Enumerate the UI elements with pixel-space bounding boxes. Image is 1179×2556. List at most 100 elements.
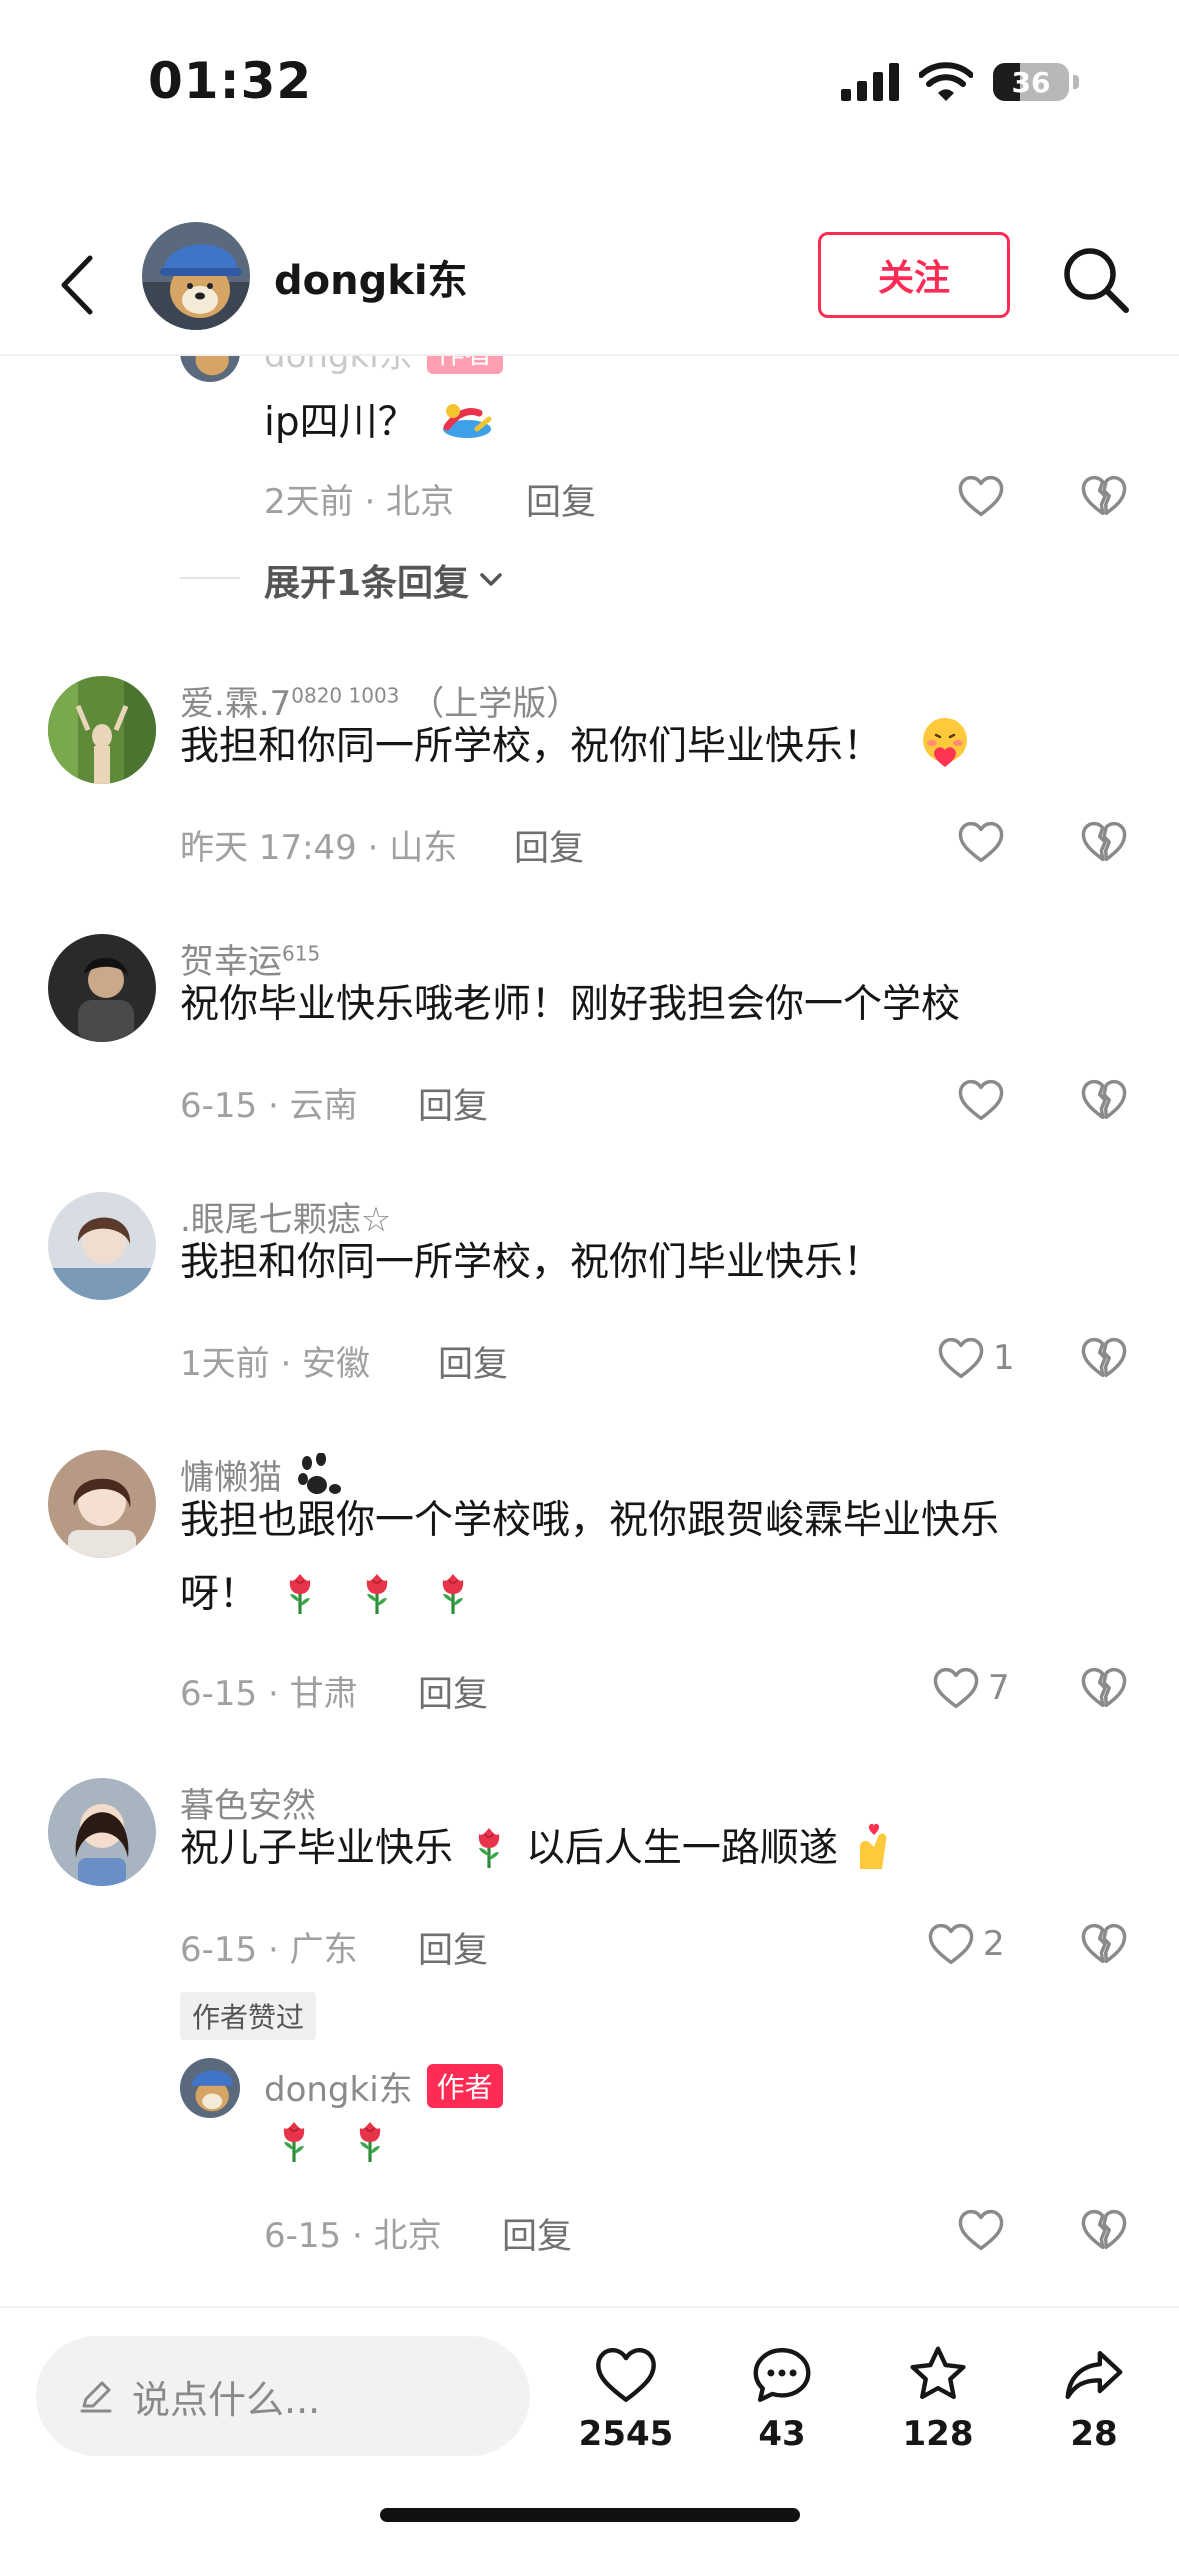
comment-meta: 6-15 · 云南: [180, 1086, 358, 1126]
like-button[interactable]: [955, 2202, 1007, 2258]
avatar[interactable]: [48, 1192, 156, 1300]
battery-percent: 36: [1011, 65, 1051, 99]
star-icon: [910, 2346, 966, 2400]
comment-text: 我担和你同一所学校，祝你们毕业快乐！: [180, 710, 974, 784]
avatar[interactable]: [180, 2058, 240, 2118]
like-count: 2: [983, 1924, 1005, 1964]
comment-text: ip四川？: [264, 386, 495, 460]
comment-meta: 1天前 · 安徽: [180, 1344, 371, 1384]
favorite-count: 128: [902, 2414, 974, 2454]
heart-icon: [596, 2348, 656, 2402]
reply-button[interactable]: 回复: [514, 820, 584, 871]
heart-icon: [925, 1918, 977, 1970]
battery-icon: 36: [993, 63, 1069, 101]
broken-heart-icon[interactable]: [1078, 470, 1130, 522]
comment-meta: 昨天 17:49 · 山东: [180, 828, 458, 868]
heart-icon: [935, 1332, 987, 1384]
comment-input[interactable]: 说点什么...: [36, 2336, 530, 2456]
share-action[interactable]: 28: [1034, 2340, 1154, 2454]
avatar[interactable]: [48, 1778, 156, 1886]
avatar[interactable]: [48, 676, 156, 784]
like-button[interactable]: 1: [935, 1330, 1015, 1386]
header-username[interactable]: dongki东: [274, 248, 468, 306]
status-icons: 36: [841, 62, 1079, 102]
follow-button[interactable]: 关注: [818, 232, 1010, 318]
avatar[interactable]: [48, 1450, 156, 1558]
comment-username[interactable]: dongki东作者: [264, 2062, 503, 2111]
comment-meta: 6-15 · 北京: [264, 2216, 442, 2256]
like-button[interactable]: [955, 1072, 1007, 1128]
signal-icon: [841, 63, 899, 101]
status-time: 01:32: [148, 52, 313, 110]
heart-icon: [930, 1662, 982, 1714]
comment-meta: 6-15 · 广东: [180, 1930, 358, 1970]
status-bar: 01:32 36: [0, 0, 1179, 160]
reply-button[interactable]: 回复: [438, 1336, 508, 1387]
wifi-icon: [919, 62, 973, 101]
comment-icon: [753, 2348, 811, 2402]
divider: [180, 577, 240, 579]
like-count: 7: [988, 1668, 1010, 1708]
comment-text: [270, 2106, 394, 2180]
like-count: 1: [993, 1338, 1015, 1378]
like-button[interactable]: [955, 814, 1007, 870]
rose-emoji: [276, 1565, 324, 1619]
heart-icon: [955, 470, 1007, 522]
reply-button[interactable]: 回复: [418, 1078, 488, 1129]
avatar[interactable]: [180, 356, 240, 382]
share-count: 28: [1070, 2414, 1118, 2454]
favorite-action[interactable]: 128: [878, 2340, 998, 2454]
chevron-down-icon: [480, 573, 502, 586]
heart-hands-emoji: [860, 1823, 887, 1869]
rose-emoji: [353, 1565, 401, 1619]
comment-meta: 2天前 · 北京: [264, 482, 455, 522]
swimmer-emoji: [443, 404, 492, 438]
like-button[interactable]: 7: [930, 1660, 1010, 1716]
author-badge: 作者: [426, 2064, 503, 2108]
comment-count: 43: [758, 2414, 806, 2454]
comment-text: 我担也跟你一个学校哦，祝你跟贺峻霖毕业快乐 呀！: [180, 1498, 1000, 1619]
reply-button[interactable]: 回复: [502, 2208, 572, 2259]
comment-text: 我担和你同一所学校，祝你们毕业快乐！: [180, 1240, 883, 1285]
like-button[interactable]: 2: [925, 1916, 1005, 1972]
heart-icon: [955, 816, 1007, 868]
comment-list[interactable]: dongki东作者 ip四川？ 2天前 · 北京 回复 展开1条回复: [0, 356, 1179, 2306]
reply-button[interactable]: 回复: [418, 1922, 488, 1973]
comment-meta: 6-15 · 甘肃: [180, 1674, 358, 1714]
comment-input-placeholder: 说点什么...: [132, 2377, 321, 2422]
rose-emoji: [270, 2113, 318, 2167]
comment-text: 祝你毕业快乐哦老师！刚好我担会你一个学校: [180, 982, 961, 1027]
blushing-heart-emoji: [923, 718, 968, 767]
expand-replies-button[interactable]: 展开1条回复: [264, 554, 505, 606]
author-badge: 作者: [426, 356, 503, 374]
broken-heart-icon[interactable]: [1078, 2204, 1130, 2256]
header: dongki东 关注: [0, 210, 1179, 356]
like-count: 2545: [578, 2414, 674, 2454]
back-icon[interactable]: [50, 250, 110, 320]
rose-emoji: [429, 1565, 477, 1619]
rose-emoji: [346, 2113, 394, 2167]
comment-action[interactable]: 43: [722, 2340, 842, 2454]
broken-heart-icon[interactable]: [1078, 816, 1130, 868]
broken-heart-icon[interactable]: [1078, 1918, 1130, 1970]
author-liked-tag: 作者赞过: [180, 1992, 317, 2040]
home-indicator[interactable]: [380, 2508, 800, 2522]
rose-emoji: [465, 1819, 513, 1873]
pencil-icon: [80, 2381, 112, 2413]
search-icon[interactable]: [1058, 242, 1134, 318]
like-button[interactable]: [955, 468, 1007, 524]
broken-heart-icon[interactable]: [1078, 1074, 1130, 1126]
comment-username[interactable]: dongki东作者: [264, 356, 503, 377]
broken-heart-icon[interactable]: [1078, 1662, 1130, 1714]
like-action[interactable]: 2545: [566, 2340, 686, 2454]
heart-icon: [955, 1074, 1007, 1126]
heart-icon: [955, 2204, 1007, 2256]
reply-button[interactable]: 回复: [418, 1666, 488, 1717]
share-icon: [1065, 2350, 1123, 2400]
header-avatar[interactable]: [142, 222, 250, 330]
avatar[interactable]: [48, 934, 156, 1042]
battery-nub: [1073, 75, 1079, 89]
reply-button[interactable]: 回复: [526, 474, 596, 525]
broken-heart-icon[interactable]: [1078, 1332, 1130, 1384]
comment-text: 祝儿子毕业快乐 以后人生一路顺遂: [180, 1812, 896, 1886]
